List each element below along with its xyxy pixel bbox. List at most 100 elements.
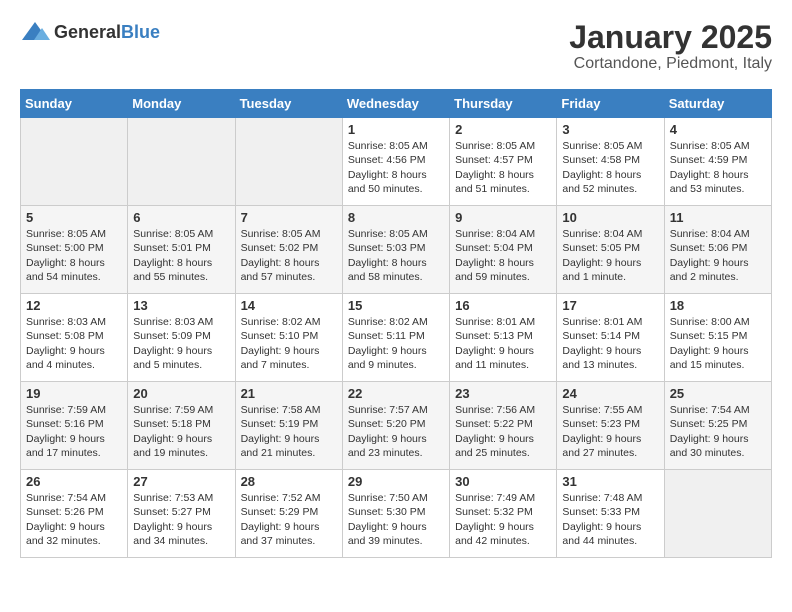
day-info: Sunrise: 7:59 AM Sunset: 5:18 PM Dayligh… <box>133 403 229 460</box>
calendar-cell: 4Sunrise: 8:05 AM Sunset: 4:59 PM Daylig… <box>664 118 771 206</box>
day-info: Sunrise: 7:48 AM Sunset: 5:33 PM Dayligh… <box>562 491 658 548</box>
calendar-cell: 12 Sunrise: 8:03 AM Sunset: 5:08 PM Dayli… <box>21 294 128 382</box>
day-number: 3 <box>562 122 658 137</box>
week-row-1: 1Sunrise: 8:05 AM Sunset: 4:56 PM Daylig… <box>21 118 772 206</box>
calendar-cell <box>128 118 235 206</box>
calendar-cell: 23 Sunrise: 7:56 AM Sunset: 5:22 PM Dayli… <box>450 382 557 470</box>
calendar-cell: 13 Sunrise: 8:03 AM Sunset: 5:09 PM Dayli… <box>128 294 235 382</box>
weekday-header-friday: Friday <box>557 90 664 118</box>
day-info: Sunrise: 8:05 AM Sunset: 5:02 PM Dayligh… <box>241 227 337 284</box>
day-info: Sunrise: 7:52 AM Sunset: 5:29 PM Dayligh… <box>241 491 337 548</box>
calendar-cell: 1Sunrise: 8:05 AM Sunset: 4:56 PM Daylig… <box>342 118 449 206</box>
title-area: January 2025 Cortandone, Piedmont, Italy <box>569 20 772 73</box>
day-info: Sunrise: 7:56 AM Sunset: 5:22 PM Dayligh… <box>455 403 551 460</box>
day-number: 30 <box>455 474 551 489</box>
weekday-header-wednesday: Wednesday <box>342 90 449 118</box>
day-info: Sunrise: 7:49 AM Sunset: 5:32 PM Dayligh… <box>455 491 551 548</box>
calendar-cell: 20 Sunrise: 7:59 AM Sunset: 5:18 PM Dayli… <box>128 382 235 470</box>
day-info: Sunrise: 8:03 AM Sunset: 5:08 PM Dayligh… <box>26 315 122 372</box>
day-number: 14 <box>241 298 337 313</box>
calendar-cell: 28 Sunrise: 7:52 AM Sunset: 5:29 PM Dayli… <box>235 470 342 558</box>
day-info: Sunrise: 8:05 AM Sunset: 5:00 PM Dayligh… <box>26 227 122 284</box>
day-info: Sunrise: 8:02 AM Sunset: 5:10 PM Dayligh… <box>241 315 337 372</box>
day-info: Sunrise: 7:58 AM Sunset: 5:19 PM Dayligh… <box>241 403 337 460</box>
calendar-cell <box>235 118 342 206</box>
calendar-cell: 2 Sunrise: 8:05 AM Sunset: 4:57 PM Daylig… <box>450 118 557 206</box>
day-info: Sunrise: 7:54 AM Sunset: 5:26 PM Dayligh… <box>26 491 122 548</box>
calendar-cell: 7 Sunrise: 8:05 AM Sunset: 5:02 PM Daylig… <box>235 206 342 294</box>
day-number: 21 <box>241 386 337 401</box>
day-info: Sunrise: 8:05 AM Sunset: 4:59 PM Dayligh… <box>670 139 766 196</box>
week-row-3: 12 Sunrise: 8:03 AM Sunset: 5:08 PM Dayli… <box>21 294 772 382</box>
calendar-cell: 3 Sunrise: 8:05 AM Sunset: 4:58 PM Daylig… <box>557 118 664 206</box>
calendar-cell: 29Sunrise: 7:50 AM Sunset: 5:30 PM Dayli… <box>342 470 449 558</box>
logo-blue: Blue <box>121 22 160 42</box>
day-info: Sunrise: 8:05 AM Sunset: 5:03 PM Dayligh… <box>348 227 444 284</box>
calendar-body: 1Sunrise: 8:05 AM Sunset: 4:56 PM Daylig… <box>21 118 772 558</box>
day-number: 19 <box>26 386 122 401</box>
day-number: 6 <box>133 210 229 225</box>
day-number: 20 <box>133 386 229 401</box>
week-row-5: 26 Sunrise: 7:54 AM Sunset: 5:26 PM Dayli… <box>21 470 772 558</box>
day-number: 7 <box>241 210 337 225</box>
calendar-cell: 11Sunrise: 8:04 AM Sunset: 5:06 PM Dayli… <box>664 206 771 294</box>
day-number: 24 <box>562 386 658 401</box>
day-number: 13 <box>133 298 229 313</box>
day-number: 27 <box>133 474 229 489</box>
day-info: Sunrise: 7:57 AM Sunset: 5:20 PM Dayligh… <box>348 403 444 460</box>
day-info: Sunrise: 7:54 AM Sunset: 5:25 PM Dayligh… <box>670 403 766 460</box>
header: GeneralBlue January 2025 Cortandone, Pie… <box>20 20 772 73</box>
logo-general: General <box>54 22 121 42</box>
day-info: Sunrise: 8:04 AM Sunset: 5:04 PM Dayligh… <box>455 227 551 284</box>
logo: GeneralBlue <box>20 20 160 44</box>
calendar-cell: 10 Sunrise: 8:04 AM Sunset: 5:05 PM Dayli… <box>557 206 664 294</box>
calendar-cell: 8 Sunrise: 8:05 AM Sunset: 5:03 PM Daylig… <box>342 206 449 294</box>
calendar-cell <box>664 470 771 558</box>
day-info: Sunrise: 8:01 AM Sunset: 5:14 PM Dayligh… <box>562 315 658 372</box>
day-info: Sunrise: 8:05 AM Sunset: 5:01 PM Dayligh… <box>133 227 229 284</box>
weekday-header-monday: Monday <box>128 90 235 118</box>
calendar-cell: 24 Sunrise: 7:55 AM Sunset: 5:23 PM Dayli… <box>557 382 664 470</box>
day-number: 28 <box>241 474 337 489</box>
calendar-cell: 9 Sunrise: 8:04 AM Sunset: 5:04 PM Daylig… <box>450 206 557 294</box>
day-number: 18 <box>670 298 766 313</box>
day-number: 11 <box>670 210 766 225</box>
calendar-cell <box>21 118 128 206</box>
week-row-2: 5Sunrise: 8:05 AM Sunset: 5:00 PM Daylig… <box>21 206 772 294</box>
calendar-cell: 26 Sunrise: 7:54 AM Sunset: 5:26 PM Dayli… <box>21 470 128 558</box>
calendar-cell: 22 Sunrise: 7:57 AM Sunset: 5:20 PM Dayli… <box>342 382 449 470</box>
day-info: Sunrise: 8:04 AM Sunset: 5:05 PM Dayligh… <box>562 227 658 284</box>
day-number: 12 <box>26 298 122 313</box>
day-number: 23 <box>455 386 551 401</box>
day-info: Sunrise: 8:05 AM Sunset: 4:57 PM Dayligh… <box>455 139 551 196</box>
calendar-header: SundayMondayTuesdayWednesdayThursdayFrid… <box>21 90 772 118</box>
calendar-cell: 19 Sunrise: 7:59 AM Sunset: 5:16 PM Dayli… <box>21 382 128 470</box>
calendar-cell: 6 Sunrise: 8:05 AM Sunset: 5:01 PM Daylig… <box>128 206 235 294</box>
day-info: Sunrise: 8:03 AM Sunset: 5:09 PM Dayligh… <box>133 315 229 372</box>
day-info: Sunrise: 7:59 AM Sunset: 5:16 PM Dayligh… <box>26 403 122 460</box>
week-row-4: 19 Sunrise: 7:59 AM Sunset: 5:16 PM Dayli… <box>21 382 772 470</box>
day-number: 22 <box>348 386 444 401</box>
day-info: Sunrise: 8:01 AM Sunset: 5:13 PM Dayligh… <box>455 315 551 372</box>
weekday-header-saturday: Saturday <box>664 90 771 118</box>
day-number: 2 <box>455 122 551 137</box>
calendar-cell: 30 Sunrise: 7:49 AM Sunset: 5:32 PM Dayli… <box>450 470 557 558</box>
day-number: 16 <box>455 298 551 313</box>
day-number: 1 <box>348 122 444 137</box>
calendar-table: SundayMondayTuesdayWednesdayThursdayFrid… <box>20 89 772 558</box>
calendar-subtitle: Cortandone, Piedmont, Italy <box>569 55 772 73</box>
day-info: Sunrise: 7:55 AM Sunset: 5:23 PM Dayligh… <box>562 403 658 460</box>
day-number: 8 <box>348 210 444 225</box>
day-number: 25 <box>670 386 766 401</box>
day-number: 26 <box>26 474 122 489</box>
day-info: Sunrise: 8:00 AM Sunset: 5:15 PM Dayligh… <box>670 315 766 372</box>
day-number: 31 <box>562 474 658 489</box>
calendar-cell: 21 Sunrise: 7:58 AM Sunset: 5:19 PM Dayli… <box>235 382 342 470</box>
day-info: Sunrise: 7:50 AM Sunset: 5:30 PM Dayligh… <box>348 491 444 548</box>
calendar-cell: 16 Sunrise: 8:01 AM Sunset: 5:13 PM Dayli… <box>450 294 557 382</box>
weekday-header-row: SundayMondayTuesdayWednesdayThursdayFrid… <box>21 90 772 118</box>
calendar-cell: 5Sunrise: 8:05 AM Sunset: 5:00 PM Daylig… <box>21 206 128 294</box>
day-number: 9 <box>455 210 551 225</box>
day-number: 10 <box>562 210 658 225</box>
day-info: Sunrise: 8:05 AM Sunset: 4:58 PM Dayligh… <box>562 139 658 196</box>
